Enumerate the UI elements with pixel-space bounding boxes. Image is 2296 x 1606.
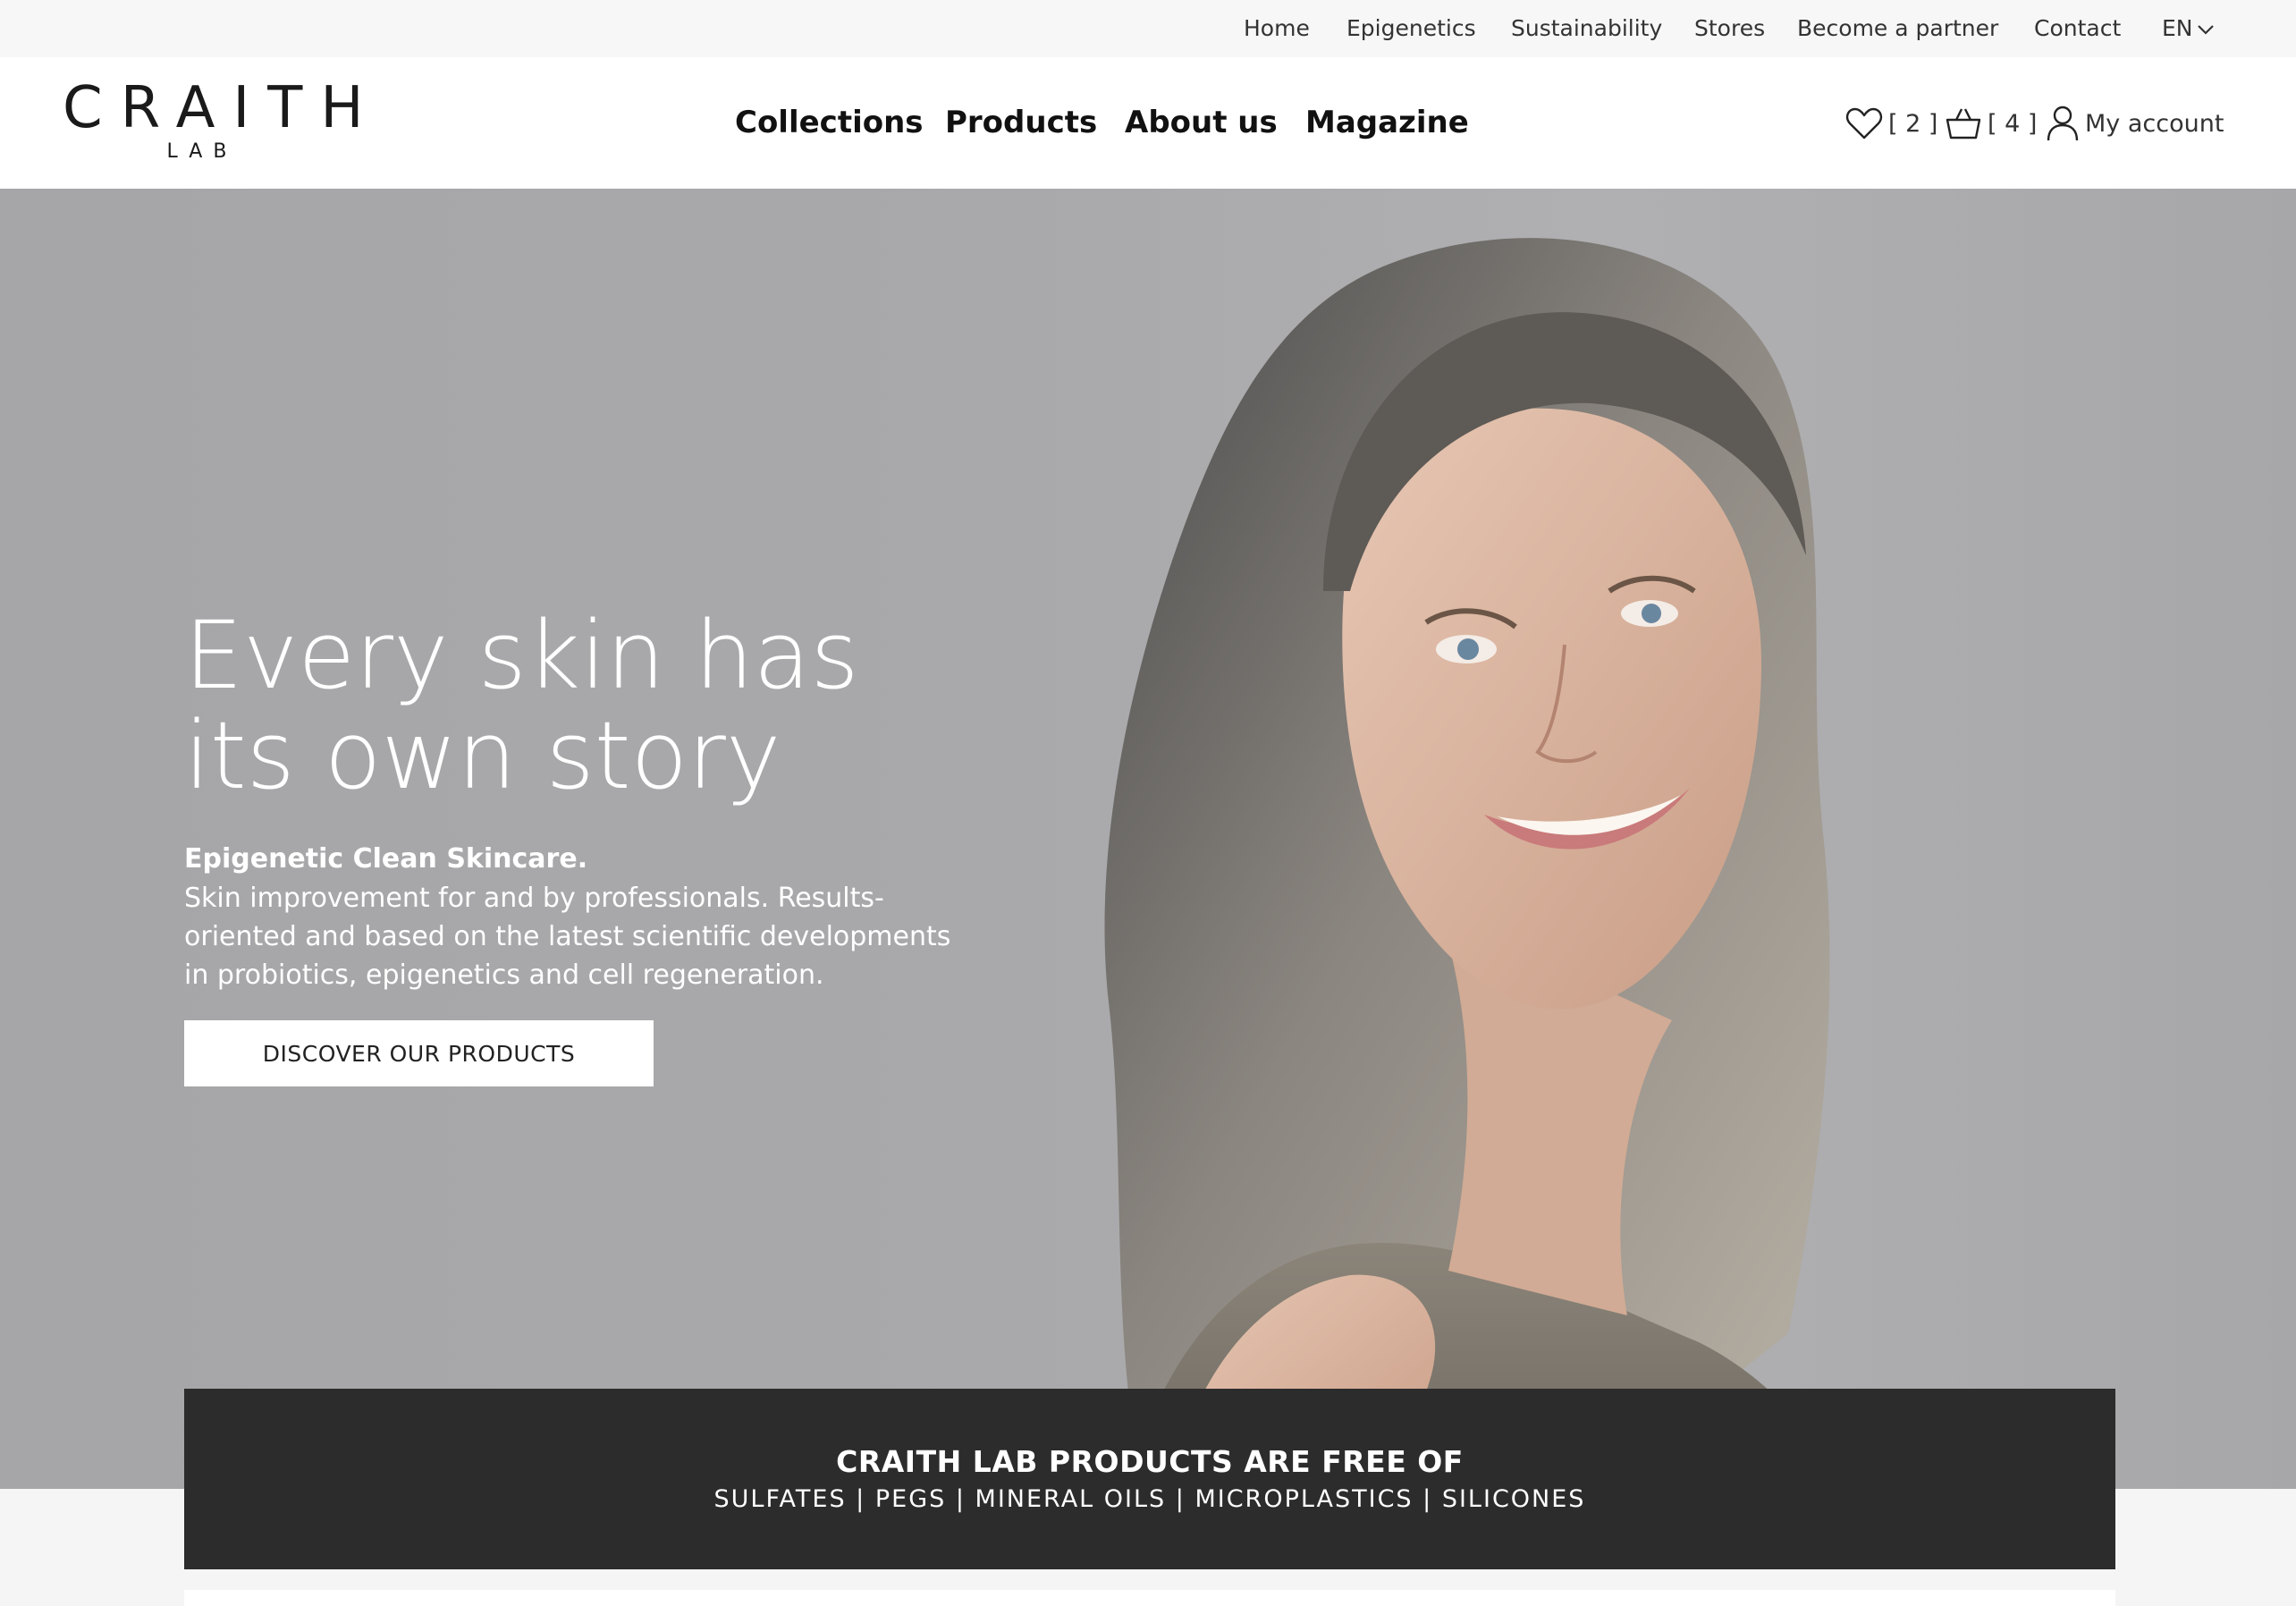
cart-count: [ 4 ] [1988, 109, 2038, 138]
cart-button[interactable]: [ 4 ] [1945, 104, 2037, 143]
logo-wordmark: CRAITH [63, 75, 382, 141]
wishlist-count: [ 2 ] [1888, 109, 1938, 138]
top-utility-bar: Home Epigenetics Sustainability Stores B… [0, 0, 2296, 57]
basket-icon [1946, 108, 1981, 139]
discover-products-button[interactable]: DISCOVER OUR PRODUCTS [184, 1020, 654, 1086]
hero-title: Every skin has its own story [184, 601, 859, 810]
my-account-label: My account [2085, 109, 2224, 138]
topbar-link-epigenetics[interactable]: Epigenetics [1346, 0, 1476, 57]
language-selector[interactable]: EN [2162, 0, 2215, 57]
topbar-link-contact[interactable]: Contact [2034, 0, 2121, 57]
free-of-list: SULFATES | PEGS | MINERAL OILS | MICROPL… [713, 1485, 1586, 1513]
free-of-title: CRAITH LAB PRODUCTS ARE FREE OF [836, 1444, 1464, 1479]
craith-lab-logo[interactable]: CRAITH LAB [63, 75, 382, 166]
heart-icon [1845, 107, 1883, 139]
hero-description: Skin improvement for and by professional… [184, 883, 951, 991]
hero-subtitle: Epigenetic Clean Skincare. [184, 843, 588, 875]
topbar-link-home[interactable]: Home [1244, 0, 1310, 57]
content-card-top [184, 1590, 2115, 1606]
my-account-button[interactable]: My account [2046, 104, 2224, 143]
hero-banner: Every skin has its own story Epigenetic … [0, 189, 2296, 1489]
main-header: CRAITH LAB Collections Products About us… [0, 57, 2296, 189]
page: Home Epigenetics Sustainability Stores B… [0, 0, 2296, 1606]
nav-magazine[interactable]: Magazine [1305, 57, 1469, 189]
topbar-link-become-partner[interactable]: Become a partner [1797, 0, 1998, 57]
chevron-down-icon [2197, 25, 2214, 35]
nav-collections[interactable]: Collections [735, 57, 924, 189]
hero-portrait-image [1104, 238, 1840, 1489]
logo-subtitle: LAB [166, 140, 238, 163]
topbar-link-sustainability[interactable]: Sustainability [1511, 0, 1662, 57]
nav-products[interactable]: Products [945, 57, 1097, 189]
wishlist-button[interactable]: [ 2 ] [1845, 104, 1937, 143]
user-icon [2047, 106, 2079, 141]
free-of-banner: CRAITH LAB PRODUCTS ARE FREE OF SULFATES… [184, 1389, 2115, 1569]
nav-about-us[interactable]: About us [1125, 57, 1278, 189]
topbar-link-stores[interactable]: Stores [1694, 0, 1765, 57]
language-label: EN [2162, 15, 2193, 41]
